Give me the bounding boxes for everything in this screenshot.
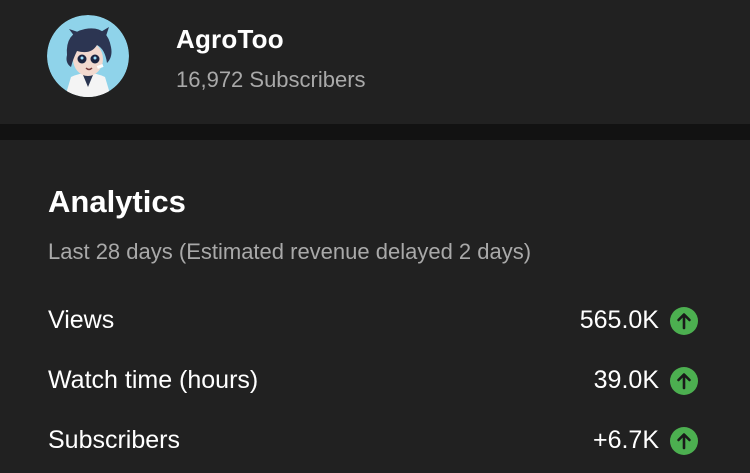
avatar-illustration-icon — [47, 15, 129, 97]
metric-row-subscribers[interactable]: Subscribers +6.7K — [0, 420, 750, 460]
metric-label: Views — [48, 306, 115, 334]
subscriber-count: 16,972 Subscribers — [176, 67, 366, 92]
metric-row-views[interactable]: Views 565.0K — [0, 300, 750, 340]
section-divider — [0, 124, 750, 140]
channel-analytics-page: AgroToo 16,972 Subscribers Analytics Las… — [0, 0, 750, 473]
metric-label: Subscribers — [48, 426, 180, 454]
channel-header[interactable]: AgroToo 16,972 Subscribers — [0, 0, 750, 124]
analytics-card[interactable]: Analytics Last 28 days (Estimated revenu… — [0, 140, 750, 473]
metric-value: 565.0K — [579, 306, 659, 334]
trend-up-icon — [670, 367, 698, 395]
metric-value: +6.7K — [592, 426, 659, 454]
analytics-title: Analytics — [48, 184, 186, 219]
trend-up-icon — [670, 427, 698, 455]
metric-label: Watch time (hours) — [48, 366, 259, 394]
metric-value: 39.0K — [593, 366, 659, 394]
analytics-subtitle: Last 28 days (Estimated revenue delayed … — [48, 239, 532, 264]
channel-name[interactable]: AgroToo — [176, 24, 284, 55]
channel-avatar[interactable] — [47, 15, 129, 97]
metric-row-watch-time[interactable]: Watch time (hours) 39.0K — [0, 360, 750, 400]
trend-up-icon — [670, 307, 698, 335]
